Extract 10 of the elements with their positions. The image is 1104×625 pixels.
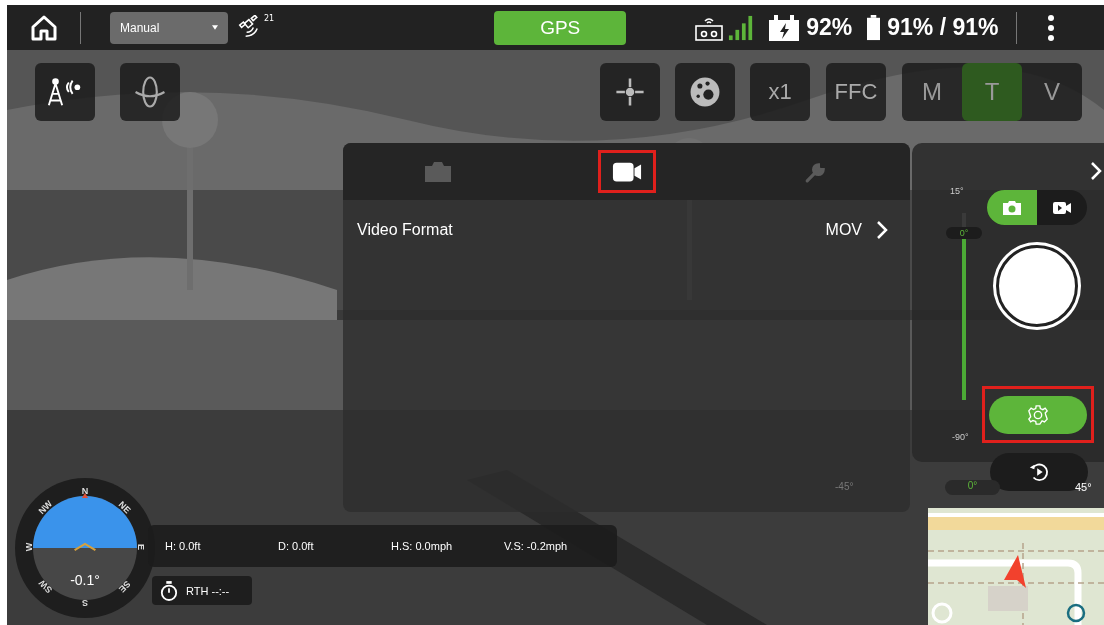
flight-mode-dropdown[interactable]: Manual [110, 11, 228, 44]
satellite-count: 21 [264, 14, 275, 23]
aircraft-battery-percent: 92% [806, 14, 853, 41]
caret-icon [212, 25, 218, 30]
battery-icon [866, 14, 882, 41]
aircraft-battery-icon [768, 13, 801, 42]
home-icon[interactable] [30, 13, 58, 42]
more-menu-icon[interactable] [1047, 13, 1056, 42]
remote-battery-percent: 91% / 91% [887, 14, 999, 41]
signal-icon [728, 14, 755, 41]
